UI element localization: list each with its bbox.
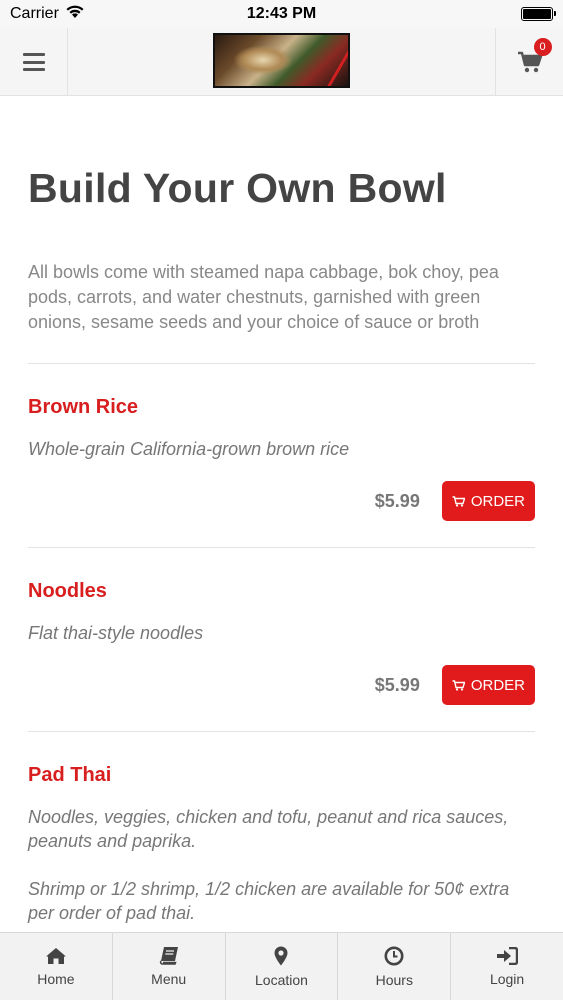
cart-small-icon: [452, 495, 465, 507]
battery-icon: [521, 7, 556, 21]
status-bar: Carrier 12:43 PM: [0, 0, 563, 28]
wifi-icon: [65, 5, 85, 24]
cart-count-badge: 0: [533, 38, 552, 56]
status-left: Carrier: [10, 5, 85, 24]
bottom-tab-bar: Home Menu Location Hours Login: [0, 932, 563, 1000]
login-icon: [496, 946, 519, 965]
tab-location-label: Location: [255, 971, 308, 988]
item-description: Flat thai-style noodles: [28, 623, 204, 643]
order-label: ORDER: [470, 676, 525, 694]
tab-hours[interactable]: Hours: [338, 933, 452, 1000]
home-icon: [45, 947, 67, 965]
item-description: Noodles, veggies, chicken and tofu, pean…: [28, 807, 509, 851]
hamburger-icon: [22, 53, 45, 71]
carrier-label: Carrier: [10, 5, 59, 22]
item-price: $5.99: [374, 490, 420, 511]
tab-login-label: Login: [489, 970, 525, 987]
tab-hours-label: Hours: [375, 971, 413, 988]
map-pin-icon: [274, 946, 288, 966]
restaurant-logo[interactable]: [213, 33, 350, 88]
menu-item: Pad Thai Noodles, veggies, chicken and t…: [28, 732, 535, 932]
order-button[interactable]: ORDER: [441, 481, 535, 521]
item-name[interactable]: Noodles: [28, 580, 535, 603]
item-name[interactable]: Brown Rice: [28, 396, 535, 419]
tab-home-label: Home: [37, 970, 75, 987]
page-title: Build Your Own Bowl: [28, 165, 447, 211]
order-label: ORDER: [470, 492, 525, 510]
page-intro: All bowls come with steamed napa cabbage…: [28, 260, 535, 364]
price-row: $5.99 ORDER: [28, 481, 535, 521]
cart-icon: 0: [517, 38, 552, 73]
menu-item: Noodles Flat thai-style noodles $5.99 OR…: [28, 548, 535, 732]
main-content: Build Your Own Bowl All bowls come with …: [0, 97, 563, 932]
cart-button[interactable]: 0: [495, 28, 563, 96]
cart-small-icon: [452, 679, 465, 691]
item-description: Whole-grain California-grown brown rice: [28, 439, 350, 459]
menu-item: Brown Rice Whole-grain California-grown …: [28, 364, 535, 548]
menu-button[interactable]: [0, 28, 68, 96]
tab-menu-label: Menu: [151, 971, 187, 987]
top-nav: 0: [0, 28, 563, 96]
book-icon: [159, 946, 179, 965]
clock-icon: [384, 946, 404, 966]
price-row: $5.99 ORDER: [28, 665, 535, 705]
tab-location[interactable]: Location: [226, 933, 339, 1000]
item-description-extra: Shrimp or 1/2 shrimp, 1/2 chicken are av…: [28, 879, 510, 923]
tab-login[interactable]: Login: [451, 933, 563, 1000]
item-name[interactable]: Pad Thai: [28, 764, 535, 787]
item-price: $5.99: [374, 674, 420, 695]
tab-home[interactable]: Home: [0, 933, 113, 1000]
order-button[interactable]: ORDER: [441, 665, 535, 705]
tab-menu[interactable]: Menu: [113, 933, 226, 1000]
